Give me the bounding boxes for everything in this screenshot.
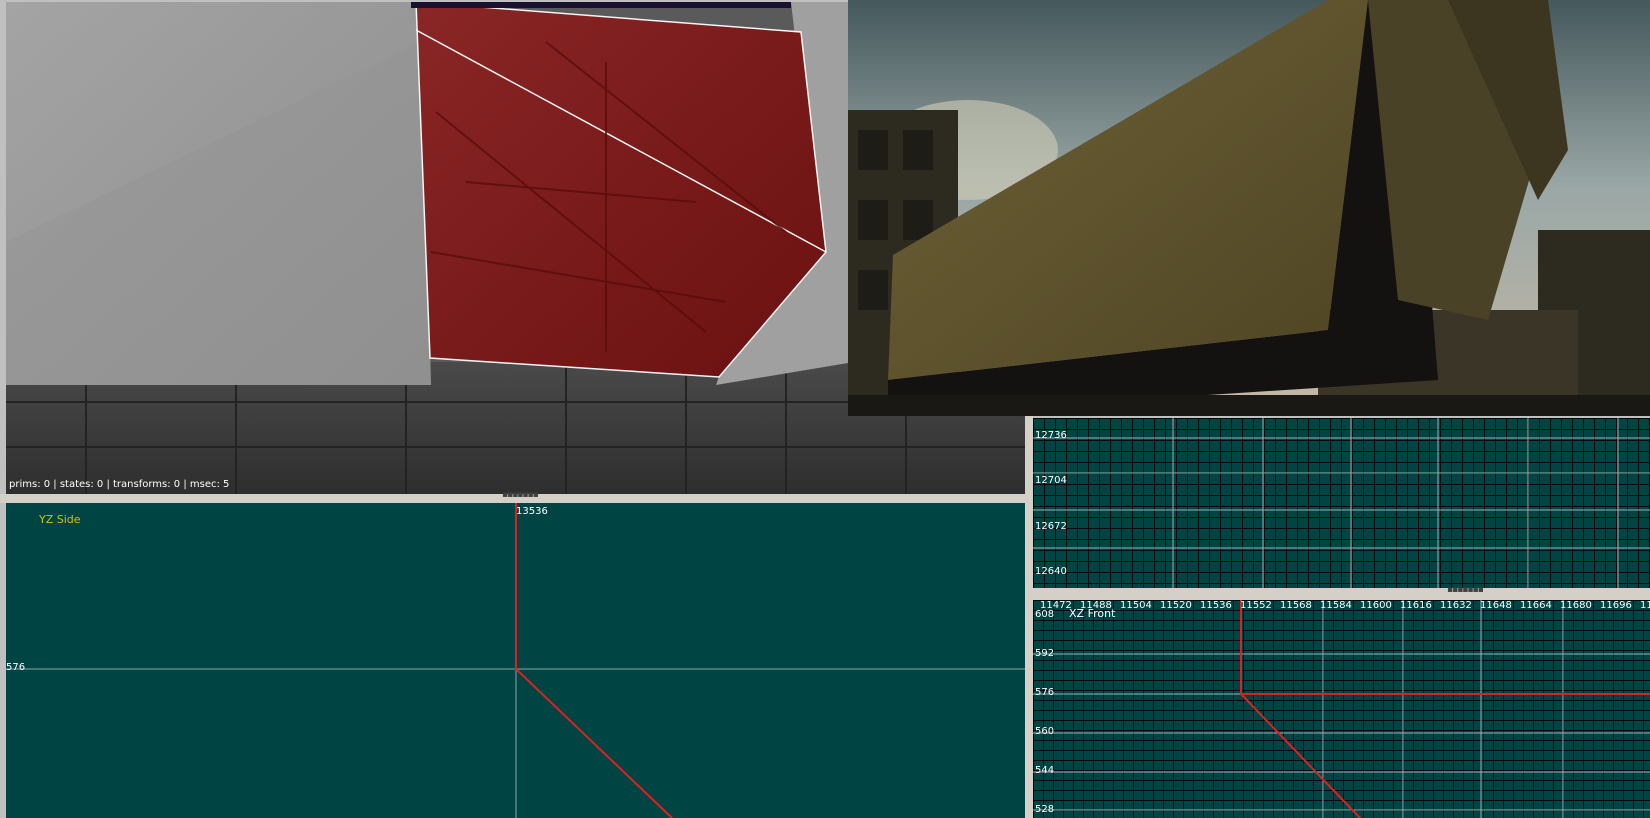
x-label: 11552 xyxy=(1240,600,1272,611)
x-label: 11696 xyxy=(1600,600,1632,611)
x-label: 11680 xyxy=(1560,600,1592,611)
x-label: 11648 xyxy=(1480,600,1512,611)
x-label: 11504 xyxy=(1120,600,1152,611)
xz-front-viewport[interactable]: 11472 11488 11504 11520 11536 11552 11568 11584… xyxy=(1033,600,1650,818)
grip-dots-icon: ▪▪▪▪▪▪▪ xyxy=(1447,585,1484,595)
x-label: 11520 xyxy=(1160,600,1192,611)
x-label: 11664 xyxy=(1520,600,1552,611)
coord-left-label: 576 xyxy=(6,662,26,673)
horizontal-splitter-right[interactable]: ▪▪▪▪▪▪▪ xyxy=(1033,585,1650,600)
top-ortho-viewport[interactable]: 12736 12704 12672 12640 xyxy=(1033,418,1650,588)
x-label: 11600 xyxy=(1360,600,1392,611)
xz-grid-major-lines xyxy=(1033,600,1650,818)
preview-scene xyxy=(848,0,1650,416)
top-grid-major-lines xyxy=(1033,418,1650,588)
viewport-title: YZ Side xyxy=(39,513,81,526)
y-label: 528 xyxy=(1035,804,1055,815)
y-label: 12704 xyxy=(1035,475,1067,486)
render-stats: prims: 0 | states: 0 | transforms: 0 | m… xyxy=(9,479,230,490)
y-label: 544 xyxy=(1035,765,1055,776)
preview-viewport[interactable] xyxy=(848,0,1650,416)
horizontal-splitter[interactable]: ▪▪▪▪▪▪▪ xyxy=(0,490,1025,503)
x-label: 11568 xyxy=(1280,600,1312,611)
y-label: 592 xyxy=(1035,648,1055,659)
x-label: 11632 xyxy=(1440,600,1472,611)
yz-grid-lines xyxy=(6,503,1025,818)
y-label: 576 xyxy=(1035,687,1055,698)
y-label: 12672 xyxy=(1035,521,1067,532)
grip-dots-icon: ▪▪▪▪▪▪▪ xyxy=(502,490,539,500)
y-label: 12640 xyxy=(1035,566,1067,577)
x-label: 11616 xyxy=(1400,600,1432,611)
x-label: 11536 xyxy=(1200,600,1232,611)
coord-top-label: 13536 xyxy=(516,506,548,517)
x-label: 11 xyxy=(1640,600,1650,611)
y-label: 560 xyxy=(1035,726,1055,737)
x-label: 11584 xyxy=(1320,600,1352,611)
y-label: 12736 xyxy=(1035,430,1067,441)
viewport-title: XZ Front xyxy=(1069,607,1116,620)
vertical-splitter[interactable] xyxy=(1025,416,1033,818)
y-label: 608 xyxy=(1035,609,1055,620)
yz-side-viewport[interactable]: YZ Side 13536 576 xyxy=(6,503,1025,818)
